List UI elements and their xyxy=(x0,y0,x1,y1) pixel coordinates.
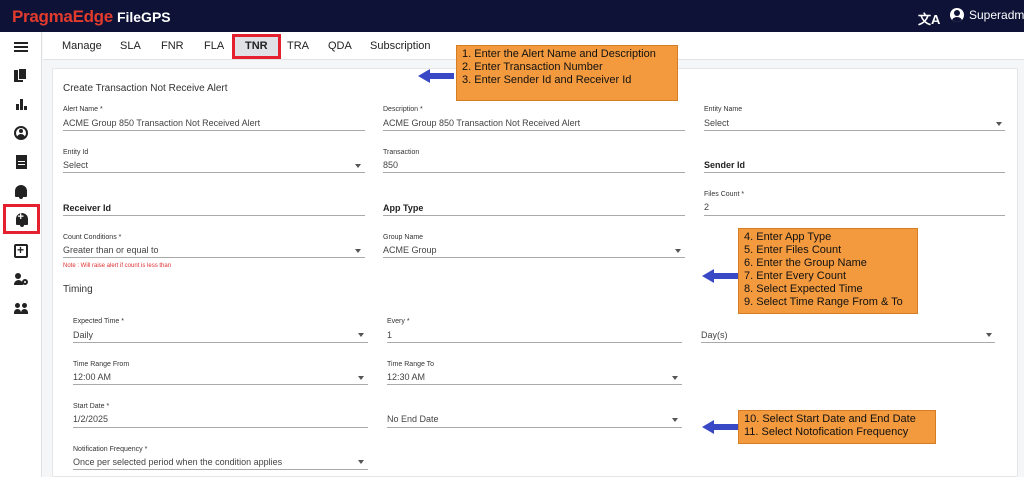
translate-icon[interactable]: 文A xyxy=(918,9,940,28)
count-conditions-note: Note : Will raise alert if count is less… xyxy=(63,263,172,269)
chevron-down-icon[interactable] xyxy=(358,376,364,380)
sidebar-item-analytics[interactable] xyxy=(0,91,42,117)
report-icon xyxy=(15,155,27,169)
annotation-arrow-2 xyxy=(702,269,738,283)
user-menu[interactable]: Superadmin xyxy=(950,8,1024,22)
description-label: Description * xyxy=(383,106,423,113)
sender-id-input[interactable]: Sender Id xyxy=(704,160,745,170)
annotation-arrow-1 xyxy=(418,69,454,83)
form-title: Create Transaction Not Receive Alert xyxy=(63,83,228,94)
chevron-down-icon[interactable] xyxy=(358,333,364,337)
sidebar-item-files[interactable] xyxy=(0,62,42,88)
receiver-id-input[interactable]: Receiver Id xyxy=(63,203,111,213)
menu-icon xyxy=(14,40,28,54)
sidebar-item-groups[interactable] xyxy=(0,296,42,322)
sidebar-item-monitoring[interactable] xyxy=(0,238,42,264)
tab-fnr[interactable]: FNR xyxy=(161,40,184,52)
annotation-box-1: 1. Enter the Alert Name and Description … xyxy=(456,45,678,101)
sidebar-menu-toggle[interactable] xyxy=(0,34,42,60)
tab-sla[interactable]: SLA xyxy=(120,40,141,52)
alert-name-input[interactable]: ACME Group 850 Transaction Not Received … xyxy=(63,118,260,128)
annotation-box-3: 10. Select Start Date and End Date 11. S… xyxy=(738,410,936,444)
group-icon xyxy=(14,302,28,316)
entity-name-label: Entity Name xyxy=(704,106,743,113)
start-date-label: Start Date * xyxy=(73,403,110,410)
app-name: FileGPS xyxy=(116,9,171,25)
app-type-input[interactable]: App Type xyxy=(383,203,423,213)
sidebar-item-user-settings[interactable] xyxy=(0,267,42,293)
time-range-from-select[interactable]: 12:00 AM xyxy=(73,372,111,382)
every-label: Every * xyxy=(387,318,410,325)
files-count-label: Files Count * xyxy=(704,191,745,198)
tab-qda[interactable]: QDA xyxy=(328,40,352,52)
sidebar-item-create-alert[interactable] xyxy=(3,204,40,234)
brand-name: PragmaEdge xyxy=(12,7,113,26)
count-conditions-select[interactable]: Greater than or equal to xyxy=(63,245,159,255)
alert-name-label: Alert Name * xyxy=(63,106,103,113)
chevron-down-icon[interactable] xyxy=(358,460,364,464)
sidebar-item-alerts[interactable] xyxy=(0,178,42,204)
bar-chart-icon xyxy=(14,97,28,111)
every-input[interactable]: 1 xyxy=(387,330,392,340)
tab-fla[interactable]: FLA xyxy=(204,40,224,52)
documents-icon xyxy=(14,68,28,82)
medical-services-icon xyxy=(14,243,28,258)
chevron-down-icon[interactable] xyxy=(672,418,678,422)
group-name-select[interactable]: ACME Group xyxy=(383,245,437,255)
sidebar-item-account[interactable] xyxy=(0,120,42,146)
period-select[interactable]: Day(s) xyxy=(701,330,728,340)
group-name-label: Group Name xyxy=(383,234,424,241)
entity-id-label: Entity Id xyxy=(63,149,89,156)
annotation-box-2: 4. Enter App Type 5. Enter Files Count 6… xyxy=(738,228,918,314)
chevron-down-icon[interactable] xyxy=(355,164,361,168)
tab-tra[interactable]: TRA xyxy=(287,40,309,52)
files-count-input[interactable]: 2 xyxy=(704,202,709,212)
entity-name-select[interactable]: Select xyxy=(704,118,729,128)
tab-manage[interactable]: Manage xyxy=(62,40,102,52)
sidebar xyxy=(0,32,42,477)
start-date-input[interactable]: 1/2/2025 xyxy=(73,414,108,424)
user-settings-icon xyxy=(14,273,28,287)
timing-title: Timing xyxy=(63,284,93,295)
sidebar-item-reports[interactable] xyxy=(0,149,42,175)
count-conditions-label: Count Conditions * xyxy=(63,234,122,241)
time-range-to-select[interactable]: 12:30 AM xyxy=(387,372,425,382)
tab-subscription[interactable]: Subscription xyxy=(370,40,431,52)
account-icon xyxy=(14,126,28,140)
notification-frequency-select[interactable]: Once per selected period when the condit… xyxy=(73,457,282,467)
expected-time-label: Expected Time * xyxy=(73,318,124,325)
chevron-down-icon[interactable] xyxy=(355,249,361,253)
chevron-down-icon[interactable] xyxy=(996,122,1002,126)
tab-tnr[interactable]: TNR xyxy=(232,34,281,59)
time-range-to-label: Time Range To xyxy=(387,361,435,368)
end-date-select[interactable]: No End Date xyxy=(387,414,439,424)
time-range-from-label: Time Range From xyxy=(73,361,130,368)
account-circle-icon xyxy=(950,8,964,22)
top-app-bar: PragmaEdge FileGPS 文A Superadmin xyxy=(0,0,1024,32)
add-alert-icon xyxy=(15,211,28,227)
transaction-label: Transaction xyxy=(383,149,420,156)
expected-time-select[interactable]: Daily xyxy=(73,330,93,340)
user-name: Superadmin xyxy=(969,8,1024,22)
transaction-input[interactable]: 850 xyxy=(383,160,398,170)
entity-id-select[interactable]: Select xyxy=(63,160,88,170)
brand-logo[interactable]: PragmaEdge FileGPS xyxy=(12,7,171,27)
description-input[interactable]: ACME Group 850 Transaction Not Received … xyxy=(383,118,580,128)
chevron-down-icon[interactable] xyxy=(672,376,678,380)
chevron-down-icon[interactable] xyxy=(986,333,992,337)
alert-bell-icon xyxy=(15,185,27,199)
annotation-arrow-3 xyxy=(702,420,738,434)
notification-frequency-label: Notification Frequency * xyxy=(73,446,148,453)
chevron-down-icon[interactable] xyxy=(675,249,681,253)
